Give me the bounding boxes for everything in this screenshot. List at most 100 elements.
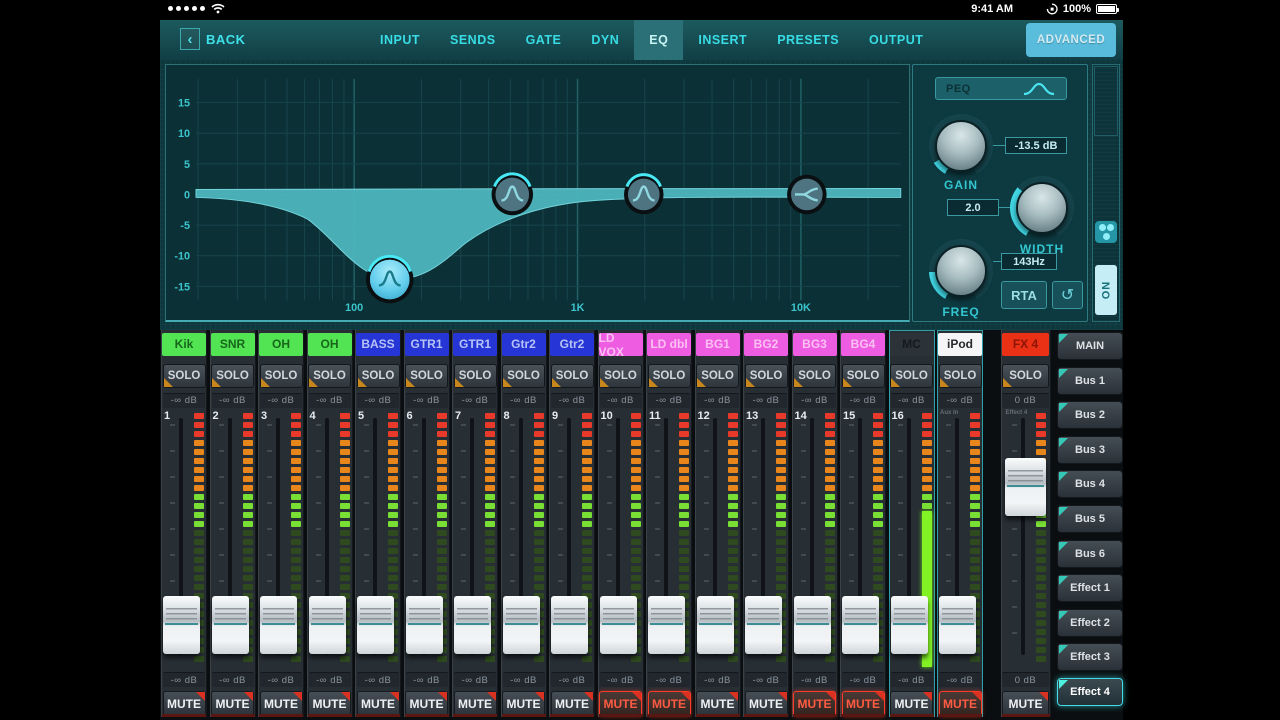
channel-label[interactable]: LD VOX (599, 333, 643, 356)
solo-button[interactable]: SOLO (1002, 364, 1049, 388)
solo-corner-icon (697, 378, 706, 387)
bus-button-bus-1[interactable]: Bus 1 (1057, 367, 1123, 395)
fader-handle[interactable] (212, 596, 249, 654)
solo-button[interactable]: SOLO (793, 364, 836, 388)
solo-button[interactable]: SOLO (890, 364, 933, 388)
channel-number: 12 (698, 410, 710, 422)
advanced-button[interactable]: ADVANCED (1026, 23, 1116, 57)
fader-handle[interactable] (406, 596, 443, 654)
rta-button[interactable]: RTA (1001, 281, 1047, 309)
channel-label[interactable]: BASS (356, 333, 400, 356)
solo-button[interactable]: SOLO (599, 364, 642, 388)
solo-button[interactable]: SOLO (648, 364, 691, 388)
solo-button[interactable]: SOLO (211, 364, 254, 388)
filter-type-button[interactable]: PEQ (935, 77, 1067, 100)
channel-label[interactable]: BG4 (841, 333, 885, 356)
channel-label[interactable]: iPod (938, 333, 982, 356)
fader-handle[interactable] (163, 596, 200, 654)
bus-button-bus-3[interactable]: Bus 3 (1057, 436, 1123, 464)
gain-knob[interactable] (929, 114, 993, 178)
channel-label[interactable]: MC (890, 333, 934, 356)
tab-insert[interactable]: INSERT (683, 20, 762, 60)
reset-eq-button[interactable]: ↺ (1052, 281, 1083, 309)
channel-label[interactable]: FX 4 (1002, 333, 1049, 356)
channel-label[interactable]: GTR1 (453, 333, 497, 356)
channel-label[interactable]: Gtr2 (502, 333, 546, 356)
nav-bar: ‹ BACK INPUTSENDSGATEDYNEQINSERTPRESETSO… (160, 20, 1123, 60)
tab-input[interactable]: INPUT (365, 20, 435, 60)
fader-handle[interactable] (309, 596, 346, 654)
eq-band-handle-1[interactable] (366, 256, 413, 303)
meter-segment (437, 530, 447, 536)
meter-segment (243, 512, 253, 518)
solo-button[interactable]: SOLO (842, 364, 885, 388)
solo-button[interactable]: SOLO (260, 364, 303, 388)
back-button[interactable]: ‹ BACK (180, 28, 246, 50)
fader-handle[interactable] (600, 596, 637, 654)
freq-knob[interactable] (929, 239, 993, 303)
channel-label[interactable]: Gtr2 (550, 333, 594, 356)
meter-segment (776, 476, 786, 482)
channel-label[interactable]: GTR1 (405, 333, 449, 356)
channel-label[interactable]: BG3 (793, 333, 837, 356)
bus-button-bus-4[interactable]: Bus 4 (1057, 470, 1123, 498)
eq-band-handle-2[interactable] (492, 174, 534, 216)
fader-handle[interactable] (503, 596, 540, 654)
eq-on-button[interactable]: ON (1095, 265, 1117, 315)
fader-handle[interactable] (842, 596, 879, 654)
fader-handle[interactable] (454, 596, 491, 654)
bus-button-bus-2[interactable]: Bus 2 (1057, 401, 1123, 429)
bus-button-main[interactable]: MAIN (1057, 332, 1123, 360)
fader-handle[interactable] (891, 596, 928, 654)
meter-segment (825, 485, 835, 491)
fader-handle[interactable] (648, 596, 685, 654)
solo-button[interactable]: SOLO (502, 364, 545, 388)
solo-button[interactable]: SOLO (454, 364, 497, 388)
fader-handle[interactable] (260, 596, 297, 654)
tab-gate[interactable]: GATE (511, 20, 577, 60)
channel-label[interactable]: BG1 (696, 333, 740, 356)
fader-handle[interactable] (551, 596, 588, 654)
channel-label[interactable]: OH (259, 333, 303, 356)
bus-button-effect-2[interactable]: Effect 2 (1057, 609, 1123, 637)
solo-button[interactable]: SOLO (696, 364, 739, 388)
solo-button[interactable]: SOLO (939, 364, 982, 388)
group-dots-icon[interactable] (1095, 221, 1117, 243)
meter-segment (582, 557, 592, 563)
channel-label[interactable]: SNR (211, 333, 255, 356)
fader-handle[interactable] (1005, 458, 1046, 516)
width-knob[interactable] (1010, 176, 1074, 240)
channel-label[interactable]: LD dbl (647, 333, 691, 356)
bus-button-effect-1[interactable]: Effect 1 (1057, 574, 1123, 602)
solo-button[interactable]: SOLO (405, 364, 448, 388)
bus-button-effect-3[interactable]: Effect 3 (1057, 643, 1123, 671)
fader-handle[interactable] (697, 596, 734, 654)
solo-button[interactable]: SOLO (163, 364, 206, 388)
tab-sends[interactable]: SENDS (435, 20, 511, 60)
solo-button[interactable]: SOLO (357, 364, 400, 388)
channel-level-readout: -∞ dB (406, 393, 448, 408)
fader-handle[interactable] (794, 596, 831, 654)
tab-output[interactable]: OUTPUT (854, 20, 938, 60)
meter-segment (291, 467, 301, 473)
tab-eq[interactable]: EQ (634, 20, 683, 60)
fader-handle[interactable] (357, 596, 394, 654)
solo-button[interactable]: SOLO (308, 364, 351, 388)
solo-button[interactable]: SOLO (745, 364, 788, 388)
tab-dyn[interactable]: DYN (576, 20, 634, 60)
channel-label[interactable]: OH (308, 333, 352, 356)
mute-corner-icon (196, 692, 205, 701)
fader-handle[interactable] (745, 596, 782, 654)
solo-button[interactable]: SOLO (551, 364, 594, 388)
eq-band-handle-4[interactable] (787, 175, 827, 215)
eq-band-handle-3[interactable] (624, 175, 664, 215)
channel-label[interactable]: BG2 (744, 333, 788, 356)
bus-button-bus-6[interactable]: Bus 6 (1057, 540, 1123, 568)
bus-button-effect-4[interactable]: Effect 4 (1057, 678, 1123, 706)
channel-number: 8 (504, 410, 510, 422)
bus-button-bus-5[interactable]: Bus 5 (1057, 505, 1123, 533)
fader-handle[interactable] (939, 596, 976, 654)
eq-response-graph[interactable]: 151050-5-10-151001K10K (165, 64, 910, 322)
tab-presets[interactable]: PRESETS (762, 20, 854, 60)
channel-label[interactable]: Kik (162, 333, 206, 356)
